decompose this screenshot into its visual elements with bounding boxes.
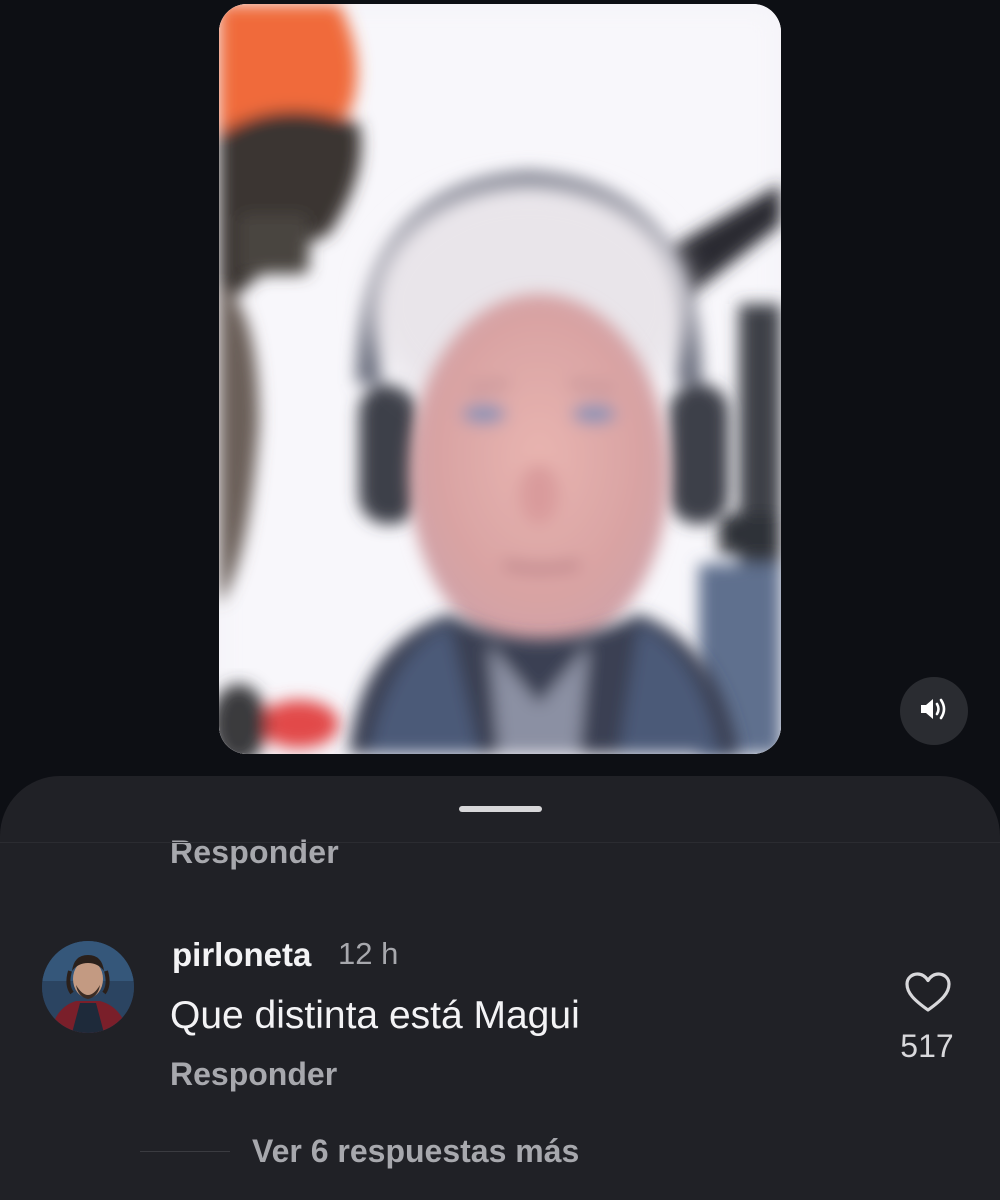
replies-divider-line [140,1151,230,1152]
video-frame-image [219,4,781,754]
comment-text: Que distinta está Magui [170,994,580,1037]
comments-sheet: Responder pirloneta 12 h Que distinta es… [0,776,1000,1200]
avatar[interactable] [42,941,134,1033]
comment-timestamp: 12 h [338,936,399,971]
comment-username[interactable]: pirloneta [172,936,311,974]
previous-reply-button[interactable]: Responder [170,834,339,871]
sheet-header-divider [0,842,1000,843]
heart-outline-icon [900,972,952,1017]
view-more-replies-button[interactable]: Ver 6 respuestas más [252,1133,579,1170]
volume-button[interactable] [900,677,968,745]
like-button[interactable] [900,971,956,1015]
reply-button[interactable]: Responder [170,1056,337,1093]
like-count: 517 [900,1028,954,1064]
volume-icon [919,696,949,727]
comments-screen: Responder pirloneta 12 h Que distinta es… [0,0,1000,1200]
video-preview[interactable] [219,4,781,754]
sheet-drag-handle[interactable] [459,806,542,812]
